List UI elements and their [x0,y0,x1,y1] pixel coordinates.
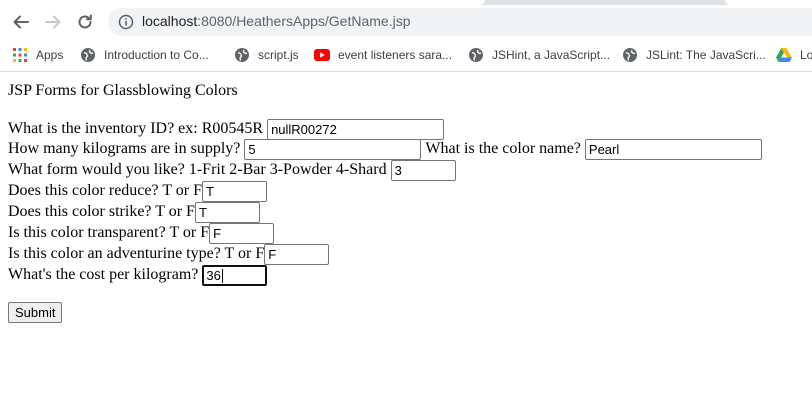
url-path: :8080/HeathersApps/GetName.jsp [197,13,411,29]
browser-toolbar: localhost:8080/HeathersApps/GetName.jsp [0,5,812,39]
form-input[interactable]: 3 [390,159,456,181]
bookmark-label: JSHint, a JavaScript... [492,48,611,62]
strike-row: Does this color strike? T or F T [8,201,260,223]
arrow-right-icon [45,15,61,29]
bookmark-introduction[interactable]: Introduction to Co... [80,45,209,65]
cost-label: What's the cost per kilogram? [8,266,199,283]
reduce-input[interactable]: T [202,180,268,202]
bookmark-label: Introduction to Co... [104,48,209,62]
adventurine-label: Is this color an adventurine type? T or … [8,245,265,262]
kilograms-input[interactable]: 5 [244,138,422,160]
youtube-icon [314,47,330,63]
bookmark-jshint[interactable]: JSHint, a JavaScript... [468,45,610,65]
globe-icon [468,47,484,63]
strike-label: Does this color strike? T or F [8,203,195,220]
transparent-input[interactable]: F [209,222,275,244]
google-drive-icon [776,47,792,63]
address-bar[interactable]: localhost:8080/HeathersApps/GetName.jsp [108,8,812,36]
form-row: What form would you like? 1-Frit 2-Bar 3… [8,159,456,181]
adventurine-input[interactable]: F [264,243,330,265]
bookmarks-bar: Apps Introduction to Co... script.js eve… [0,39,812,72]
reduce-row: Does this color reduce? T or F T [8,180,268,202]
cost-input[interactable]: 36 [202,264,268,286]
forward-button[interactable] [40,9,66,35]
reload-icon [78,14,92,29]
color-name-label: What is the color name? [425,140,581,157]
reduce-label: Does this color reduce? T or F [8,182,203,199]
bookmark-apps[interactable]: Apps [12,45,63,65]
bookmark-event-listeners[interactable]: event listeners sara... [314,45,452,65]
globe-icon [80,47,96,63]
form-label: What form would you like? 1-Frit 2-Bar 3… [8,161,387,178]
transparent-label: Is this color transparent? T or F [8,224,210,241]
bookmark-label: script.js [258,48,299,62]
url-host: localhost [142,13,198,29]
bookmark-jslint[interactable]: JSLint: The JavaScri... [622,45,766,65]
url-text: localhost:8080/HeathersApps/GetName.jsp [142,13,411,29]
transparent-row: Is this color transparent? T or F F [8,222,275,244]
arrow-left-icon [13,15,29,29]
apps-grid-icon [12,47,28,63]
globe-icon [622,47,638,63]
page-title: JSP Forms for Glassblowing Colors [8,82,238,99]
adventurine-row: Is this color an adventurine type? T or … [8,243,330,265]
submit-button[interactable]: Submit [8,302,63,323]
bookmark-google-drive[interactable]: Lo [776,45,812,65]
text-caret [221,269,223,284]
bookmark-label: event listeners sara... [338,48,453,62]
back-button[interactable] [8,9,34,35]
cost-row: What's the cost per kilogram? 36 [8,264,268,286]
reload-button[interactable] [72,9,98,35]
cost-value: 36 [206,267,221,283]
info-icon[interactable] [118,14,134,30]
kilograms-row: How many kilograms are in supply? 5 What… [8,138,762,160]
bookmark-label: Lo [800,48,812,62]
globe-icon [234,47,250,63]
kilograms-label: How many kilograms are in supply? [8,140,241,157]
inventory-label: What is the inventory ID? ex: R00545R [8,120,264,137]
bookmark-label: JSLint: The JavaScri... [646,48,766,62]
bookmark-scriptjs[interactable]: script.js [234,45,299,65]
color-name-input[interactable]: Pearl [584,138,762,160]
strike-input[interactable]: T [194,201,260,223]
inventory-id-input[interactable]: nullR00272 [267,118,445,140]
inventory-row: What is the inventory ID? ex: R00545R nu… [8,118,445,140]
bookmark-label: Apps [36,48,64,62]
